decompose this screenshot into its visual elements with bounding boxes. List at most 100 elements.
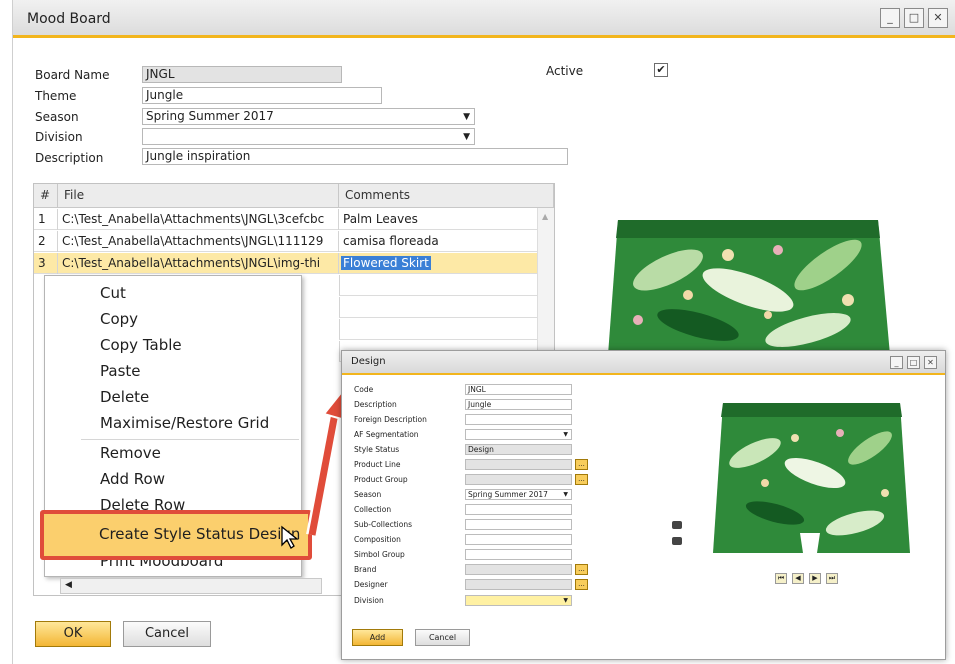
board-name-field[interactable]: JNGL xyxy=(142,66,342,83)
table-row[interactable]: 1 C:\Test_Anabella\Attachments\JNGL\3cef… xyxy=(34,209,539,230)
add-button[interactable]: Add xyxy=(352,629,403,646)
design-title-bar: Design _ □ ✕ xyxy=(342,351,945,375)
design-window: Design _ □ ✕ Code JNGL Description Jungl… xyxy=(341,350,946,660)
chevron-down-icon: ▼ xyxy=(463,132,470,142)
product-group-label: Product Group xyxy=(354,475,408,484)
empty-row xyxy=(339,275,539,296)
product-group-field[interactable] xyxy=(465,474,572,485)
column-header-comments[interactable]: Comments xyxy=(339,184,554,208)
division-dropdown[interactable]: ▼ xyxy=(142,128,475,145)
code-label: Code xyxy=(354,385,374,394)
style-status-field[interactable]: Design xyxy=(465,444,572,455)
collection-field[interactable] xyxy=(465,504,572,515)
designer-browse-button[interactable]: ... xyxy=(575,579,588,590)
sub-collections-label: Sub-Collections xyxy=(354,520,412,529)
product-line-label: Product Line xyxy=(354,460,401,469)
maximize-button[interactable]: □ xyxy=(907,356,920,369)
description-label: Description xyxy=(35,151,104,165)
chevron-down-icon: ▼ xyxy=(563,431,568,438)
composition-label: Composition xyxy=(354,535,401,544)
first-image-button[interactable]: ⏮ xyxy=(775,573,787,584)
season-label: Season xyxy=(35,110,79,124)
brand-browse-button[interactable]: ... xyxy=(575,564,588,575)
column-header-file[interactable]: File xyxy=(58,184,339,208)
division-label: Division xyxy=(354,596,384,605)
close-button[interactable]: ✕ xyxy=(924,356,937,369)
division-dropdown[interactable]: ▼ xyxy=(465,595,572,606)
code-field[interactable]: JNGL xyxy=(465,384,572,395)
column-header-number[interactable]: # xyxy=(34,184,58,208)
previous-image-button[interactable]: ◀ xyxy=(792,573,804,584)
designer-field[interactable] xyxy=(465,579,572,590)
title-bar: Mood Board _ □ ✕ xyxy=(13,0,955,38)
menu-item-label: Create Style Status Design xyxy=(99,525,301,543)
scroll-left-icon[interactable]: ◀ xyxy=(65,580,72,590)
season-value: Spring Summer 2017 xyxy=(146,109,274,123)
product-group-browse-button[interactable]: ... xyxy=(575,474,588,485)
maximize-button[interactable]: □ xyxy=(904,8,924,28)
product-line-browse-button[interactable]: ... xyxy=(575,459,588,470)
theme-field[interactable]: Jungle xyxy=(142,87,382,104)
minimize-button[interactable]: _ xyxy=(890,356,903,369)
file-cell[interactable]: C:\Test_Anabella\Attachments\JNGL\111129 xyxy=(58,231,339,252)
season-label: Season xyxy=(354,490,382,499)
active-checkbox[interactable]: ✔ xyxy=(654,63,668,77)
menu-item-delete[interactable]: Delete xyxy=(100,388,149,406)
last-image-button[interactable]: ⏭ xyxy=(826,573,838,584)
file-cell[interactable]: C:\Test_Anabella\Attachments\JNGL\3cefcb… xyxy=(58,209,339,230)
description-field[interactable]: Jungle xyxy=(465,399,572,410)
comment-cell[interactable]: Flowered Skirt xyxy=(339,253,539,274)
horizontal-scrollbar[interactable]: ◀ xyxy=(60,578,322,594)
empty-row xyxy=(339,297,539,318)
table-row[interactable]: 2 C:\Test_Anabella\Attachments\JNGL\1111… xyxy=(34,231,539,252)
brand-label: Brand xyxy=(354,565,377,574)
menu-item-maximise-restore-grid[interactable]: Maximise/Restore Grid xyxy=(100,414,269,432)
designer-label: Designer xyxy=(354,580,388,589)
composition-field[interactable] xyxy=(465,534,572,545)
menu-item-create-style-status-design[interactable]: Create Style Status Design xyxy=(40,510,312,560)
camera-icon[interactable] xyxy=(672,537,682,545)
minimize-button[interactable]: _ xyxy=(880,8,900,28)
shorts-picture xyxy=(608,220,890,355)
menu-item-copy-table[interactable]: Copy Table xyxy=(100,336,182,354)
chevron-down-icon: ▼ xyxy=(563,491,568,498)
camera-icon[interactable] xyxy=(672,521,682,529)
table-row-selected[interactable]: 3 C:\Test_Anabella\Attachments\JNGL\img-… xyxy=(34,253,539,274)
simbol-group-field[interactable] xyxy=(465,549,572,560)
comment-selected-text: Flowered Skirt xyxy=(341,256,431,270)
style-status-label: Style Status xyxy=(354,445,400,454)
product-line-field[interactable] xyxy=(465,459,572,470)
menu-item-cut[interactable]: Cut xyxy=(100,284,126,302)
season-dropdown[interactable]: Spring Summer 2017 ▼ xyxy=(465,489,572,500)
cancel-button[interactable]: Cancel xyxy=(123,621,211,647)
close-button[interactable]: ✕ xyxy=(928,8,948,28)
menu-item-copy[interactable]: Copy xyxy=(100,310,138,328)
menu-separator xyxy=(81,439,299,440)
af-segmentation-label: AF Segmentation xyxy=(354,430,419,439)
window-title: Mood Board xyxy=(27,11,111,27)
season-dropdown[interactable]: Spring Summer 2017 ▼ xyxy=(142,108,475,125)
row-number: 3 xyxy=(34,253,58,274)
row-number: 1 xyxy=(34,209,58,230)
af-segmentation-dropdown[interactable]: ▼ xyxy=(465,429,572,440)
active-label: Active xyxy=(546,64,584,78)
file-cell[interactable]: C:\Test_Anabella\Attachments\JNGL\img-th… xyxy=(58,253,339,274)
scroll-up-icon[interactable]: ▲ xyxy=(542,212,548,221)
sub-collections-field[interactable] xyxy=(465,519,572,530)
foreign-description-label: Foreign Description xyxy=(354,415,427,424)
design-image xyxy=(713,403,910,553)
foreign-description-field[interactable] xyxy=(465,414,572,425)
comment-cell[interactable]: camisa floreada xyxy=(339,231,539,252)
ok-button[interactable]: OK xyxy=(35,621,111,647)
menu-item-remove[interactable]: Remove xyxy=(100,444,161,462)
next-image-button[interactable]: ▶ xyxy=(809,573,821,584)
menu-item-add-row[interactable]: Add Row xyxy=(100,470,165,488)
comment-cell[interactable]: Palm Leaves xyxy=(339,209,539,230)
description-field[interactable]: Jungle inspiration xyxy=(142,148,568,165)
menu-item-paste[interactable]: Paste xyxy=(100,362,141,380)
mood-board-image xyxy=(578,180,920,355)
season-value: Spring Summer 2017 xyxy=(468,490,548,499)
brand-field[interactable] xyxy=(465,564,572,575)
simbol-group-label: Simbol Group xyxy=(354,550,405,559)
cancel-button[interactable]: Cancel xyxy=(415,629,470,646)
